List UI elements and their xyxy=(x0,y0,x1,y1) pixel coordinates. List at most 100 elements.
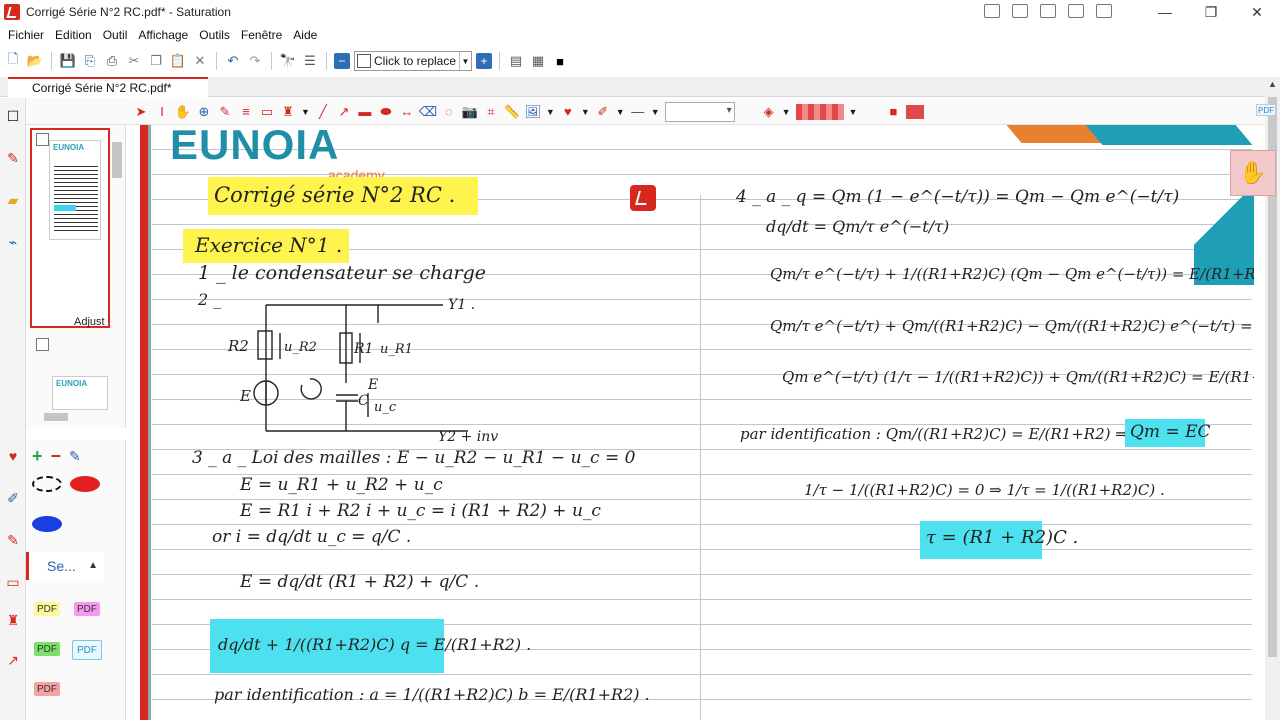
edit-icon[interactable]: ✎ xyxy=(69,448,81,465)
menu-aide[interactable]: Aide xyxy=(293,28,317,42)
stamp-icon[interactable]: ♜ xyxy=(280,104,296,120)
pdf-stamp-red[interactable]: PDF xyxy=(34,682,60,696)
eraser-icon[interactable]: ⌫ xyxy=(419,104,437,120)
arrow-tool-icon[interactable]: ↗ xyxy=(5,652,21,668)
line-style-icon[interactable]: — xyxy=(630,104,646,120)
rectangle-icon[interactable]: ▬ xyxy=(357,104,373,120)
menu-edition[interactable]: Edition xyxy=(55,28,92,42)
save-icon[interactable]: 💾 xyxy=(59,52,77,70)
ellipse-icon[interactable]: ⬬ xyxy=(378,104,394,120)
scroll-up-icon[interactable]: ▲ xyxy=(1268,79,1277,89)
undo-icon[interactable]: ↶ xyxy=(224,52,242,70)
fill-color-icon[interactable]: ◈ xyxy=(761,104,777,120)
chevron-down-icon[interactable]: ▼ xyxy=(546,107,555,117)
new-file-icon[interactable]: 🗋 xyxy=(4,51,22,70)
find-icon[interactable]: 🔭 xyxy=(279,52,297,70)
menu-fenetre[interactable]: Fenêtre xyxy=(241,28,282,42)
document-viewport[interactable]: EUNOIA academy Corrigé série N°2 RC . Ex… xyxy=(140,125,1254,720)
image-icon[interactable]: 🖼 xyxy=(525,104,542,120)
favorites-icon[interactable]: ♥ xyxy=(560,104,576,120)
pin-icon[interactable] xyxy=(1096,4,1112,18)
select-arrow-icon[interactable]: ➤ xyxy=(133,104,149,120)
cut-icon[interactable]: ✂ xyxy=(125,52,143,70)
line-icon[interactable]: ╱ xyxy=(315,104,331,120)
pdf-stamp-green[interactable]: PDF xyxy=(34,642,60,656)
save-as-icon[interactable]: ⎘ xyxy=(81,52,99,70)
color-preview[interactable] xyxy=(906,104,925,119)
zoom-in-button[interactable]: + xyxy=(476,53,492,69)
page-2-checkbox[interactable] xyxy=(36,338,49,351)
redo-icon[interactable]: ↷ xyxy=(246,52,264,70)
line-width-input[interactable] xyxy=(664,101,735,122)
properties-icon[interactable]: ☰ xyxy=(301,52,319,70)
full-screen-icon[interactable]: ■ xyxy=(551,52,569,70)
thumbnail-page-2[interactable]: EUNOIA xyxy=(52,376,108,410)
tab-document[interactable]: Corrigé Série N°2 RC.pdf* xyxy=(8,77,208,97)
camera-icon[interactable]: 📷 xyxy=(462,104,478,120)
textbox-icon[interactable]: ▭ xyxy=(5,574,21,590)
hand-icon[interactable]: ✋ xyxy=(175,104,191,120)
fit-page-icon[interactable]: ▤ xyxy=(507,52,525,70)
window-icon[interactable] xyxy=(1040,4,1056,18)
thumbnail-scrollbar[interactable] xyxy=(110,128,124,408)
folder-icon[interactable]: ▰ xyxy=(5,192,21,208)
chevron-down-icon[interactable]: ▼ xyxy=(849,107,858,117)
text-field-icon[interactable]: ▭ xyxy=(259,104,275,120)
stamp-icon[interactable]: ♜ xyxy=(5,612,21,628)
menu-affichage[interactable]: Affichage xyxy=(138,28,188,42)
menu-fichier[interactable]: Fichier xyxy=(8,28,44,42)
measure-icon[interactable]: ↔ xyxy=(399,104,415,120)
chevron-down-icon[interactable]: ▼ xyxy=(782,107,791,117)
document-icon[interactable] xyxy=(1012,4,1028,18)
copy-icon[interactable]: ❐ xyxy=(147,52,165,70)
page-1-checkbox[interactable] xyxy=(36,133,49,146)
dashed-ellipse-preset[interactable] xyxy=(32,476,62,492)
attachment-icon[interactable]: ⌁ xyxy=(5,234,21,250)
pdf-mini-icon[interactable]: PDF xyxy=(1256,104,1276,116)
red-square-icon[interactable]: ■ xyxy=(885,104,901,120)
scroll-thumb[interactable] xyxy=(112,142,122,178)
paste-icon[interactable]: 📋 xyxy=(169,52,187,70)
ruler-icon[interactable]: 📏 xyxy=(504,104,520,120)
zoom-out-button[interactable]: − xyxy=(334,53,350,69)
print-icon[interactable]: ⎙ xyxy=(103,52,121,70)
replace-combo[interactable]: Click to replace ▼ xyxy=(354,51,472,71)
menu-outil[interactable]: Outil xyxy=(103,28,128,42)
pdf-stamp-yellow[interactable]: PDF xyxy=(34,602,60,616)
close-button[interactable]: ✕ xyxy=(1234,0,1280,24)
opacity-swatch[interactable] xyxy=(795,103,844,120)
pdf-stamp-pink[interactable]: PDF xyxy=(74,602,100,616)
chevron-down-icon[interactable]: ▼ xyxy=(581,107,590,117)
select-text-icon[interactable]: I xyxy=(154,104,170,120)
chevron-down-icon[interactable]: ▼ xyxy=(301,107,310,117)
add-icon[interactable]: + xyxy=(32,446,43,467)
pdf-stamp-cyan[interactable]: PDF xyxy=(72,640,102,660)
brush-icon[interactable]: ✐ xyxy=(5,490,21,506)
scroll-thumb[interactable] xyxy=(44,413,68,421)
favorite-icon[interactable]: ♥ xyxy=(5,448,21,464)
hand-tool-icon[interactable]: ✋ xyxy=(1230,150,1276,196)
screen-icon[interactable] xyxy=(1068,4,1084,18)
chevron-down-icon[interactable]: ▼ xyxy=(651,107,660,117)
palette-section-toggle[interactable]: Se... ▲ xyxy=(26,552,104,580)
highlight-icon[interactable]: ≡ xyxy=(238,104,254,120)
minimize-button[interactable]: — xyxy=(1142,0,1188,24)
zoom-icon[interactable]: ⊕ xyxy=(196,104,212,120)
crop-icon[interactable]: ⌗ xyxy=(483,104,499,120)
share-icon[interactable] xyxy=(984,4,1000,18)
remove-icon[interactable]: − xyxy=(51,446,62,467)
delete-icon[interactable]: ✕ xyxy=(191,52,209,70)
fit-width-icon[interactable]: ▦ xyxy=(529,52,547,70)
marker-icon[interactable]: ✎ xyxy=(5,532,21,548)
lasso-icon[interactable]: ◌ xyxy=(441,104,457,120)
thumbnail-hscrollbar[interactable] xyxy=(30,410,112,424)
red-ellipse-preset[interactable] xyxy=(70,476,100,492)
open-folder-icon[interactable]: 📂 xyxy=(26,52,44,70)
chevron-down-icon[interactable]: ▼ xyxy=(459,52,471,70)
blue-ellipse-preset[interactable] xyxy=(32,516,62,532)
line-color-icon[interactable]: ✐ xyxy=(595,104,611,120)
maximize-button[interactable]: ❐ xyxy=(1188,0,1234,24)
menu-outils[interactable]: Outils xyxy=(199,28,230,42)
pen-icon[interactable]: ✎ xyxy=(5,150,21,166)
arrow-icon[interactable]: ↗ xyxy=(336,104,352,120)
